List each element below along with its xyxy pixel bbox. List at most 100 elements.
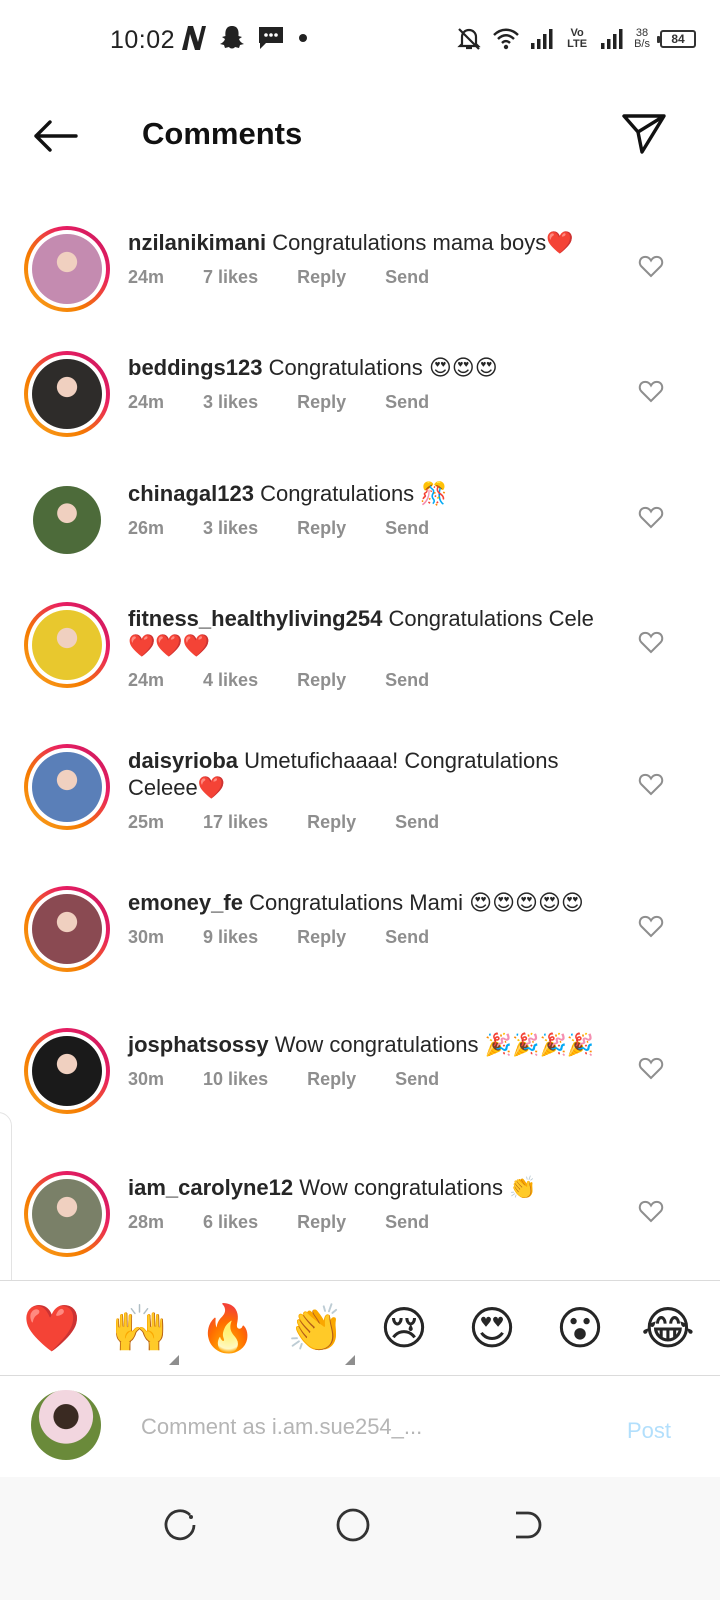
comment-username[interactable]: fitness_healthyliving254 (128, 606, 382, 631)
emoji-crying-face-button[interactable]: 😢 (373, 1297, 435, 1359)
comment-username[interactable]: josphatsossy (128, 1032, 269, 1057)
comment-likes-count[interactable]: 10 likes (203, 1069, 268, 1090)
avatar (31, 1390, 101, 1460)
comment-text: fitness_healthyliving254 Congratulations… (128, 605, 613, 659)
avatar[interactable] (24, 602, 110, 688)
arrow-left-icon (34, 120, 78, 152)
comment-input[interactable] (141, 1407, 581, 1447)
comment-meta: 26m 3 likes Reply Send (128, 518, 613, 539)
comment-body: iam_carolyne12 Wow congratulations 👏 28m 6… (128, 1174, 613, 1233)
emoji-laughing-tears-button[interactable]: 😂 (637, 1297, 699, 1359)
network-type-label: Vo LTE (567, 27, 588, 50)
heart-outline-icon[interactable] (638, 914, 664, 938)
comment-username[interactable]: nzilanikimani (128, 230, 266, 255)
reply-button[interactable]: Reply (307, 812, 356, 833)
share-button[interactable] (620, 110, 668, 156)
heart-outline-icon[interactable] (638, 379, 664, 403)
comment-likes-count[interactable]: 3 likes (203, 518, 258, 539)
avatar-image (32, 1179, 102, 1249)
comment-likes-count[interactable]: 4 likes (203, 670, 258, 691)
avatar[interactable] (24, 1171, 110, 1257)
comment-text: nzilanikimani Congratulations mama boys❤… (128, 229, 613, 256)
emoji-raising-hands-button[interactable]: 🙌 (109, 1297, 179, 1365)
comment-meta: 30m 10 likes Reply Send (128, 1069, 613, 1090)
comment-message: Congratulations 🎊 (260, 481, 448, 506)
comment-username[interactable]: beddings123 (128, 355, 262, 380)
comment-likes-count[interactable]: 6 likes (203, 1212, 258, 1233)
emoji-surprised-face-button[interactable]: 😮 (549, 1297, 611, 1359)
recent-apps-button[interactable] (160, 1505, 200, 1545)
comment-username[interactable]: daisyrioba (128, 748, 238, 773)
heart-outline-icon[interactable] (638, 1199, 664, 1223)
comment-row[interactable]: emoney_fe Congratulations Mami 😍😍😍😍😍 30m 9… (0, 850, 720, 972)
comment-row[interactable]: josphatsossy Wow congratulations 🎉🎉🎉🎉 30m… (0, 992, 720, 1114)
home-button[interactable] (333, 1505, 373, 1545)
clapping-hands-icon: 👏 (287, 1300, 345, 1355)
emoji-clapping-hands-button[interactable]: 👏 (285, 1297, 355, 1365)
comment-likes-count[interactable]: 3 likes (203, 392, 258, 413)
comment-row[interactable]: iam_carolyne12 Wow congratulations 👏 28m 6… (0, 1135, 720, 1257)
comment-row[interactable]: nzilanikimani Congratulations mama boys❤… (0, 190, 720, 312)
comment-meta: 24m 3 likes Reply Send (128, 392, 613, 413)
comment-message: Wow congratulations 👏 (299, 1175, 537, 1200)
comment-likes-count[interactable]: 17 likes (203, 812, 268, 833)
reply-button[interactable]: Reply (297, 518, 346, 539)
comment-body: fitness_healthyliving254 Congratulations… (128, 605, 613, 691)
comment-row[interactable]: daisyrioba Umetufichaaaa! Congratulation… (0, 708, 720, 832)
heart-outline-icon[interactable] (638, 254, 664, 278)
home-icon (336, 1508, 370, 1542)
send-button[interactable]: Send (385, 1212, 429, 1233)
heart-outline-icon[interactable] (638, 505, 664, 529)
send-button[interactable]: Send (385, 392, 429, 413)
send-button[interactable]: Send (395, 812, 439, 833)
reply-button[interactable]: Reply (297, 670, 346, 691)
reply-button[interactable]: Reply (297, 1212, 346, 1233)
laughing-tears-icon: 😂 (641, 1301, 695, 1355)
surprised-face-icon: 😮 (556, 1301, 604, 1355)
send-button[interactable]: Send (385, 518, 429, 539)
avatar[interactable] (24, 351, 110, 437)
heart-eyes-icon: 😍 (468, 1301, 516, 1355)
comment-username[interactable]: emoney_fe (128, 890, 243, 915)
emoji-heart-eyes-button[interactable]: 😍 (461, 1297, 523, 1359)
post-button[interactable]: Post (627, 1418, 671, 1444)
avatar[interactable] (24, 744, 110, 830)
emoji-fire-button[interactable]: 🔥 (197, 1297, 259, 1359)
comment-row[interactable]: chinagal123 Congratulations 🎊 26m 3 likes R… (0, 441, 720, 561)
reply-button[interactable]: Reply (297, 927, 346, 948)
netflix-icon (182, 26, 206, 50)
signal-icon (601, 29, 623, 49)
send-button[interactable]: Send (385, 267, 429, 288)
comment-time: 28m (128, 1212, 165, 1232)
heart-outline-icon[interactable] (638, 772, 664, 796)
comment-likes-count[interactable]: 7 likes (203, 267, 258, 288)
send-button[interactable]: Send (385, 927, 429, 948)
avatar[interactable] (24, 477, 110, 563)
comment-row[interactable]: fitness_healthyliving254 Congratulations… (0, 566, 720, 690)
avatar[interactable] (24, 1028, 110, 1114)
avatar[interactable] (24, 886, 110, 972)
heart-outline-icon[interactable] (638, 1056, 664, 1080)
avatar[interactable] (24, 226, 110, 312)
heart-outline-icon[interactable] (638, 630, 664, 654)
raising-hands-icon: 🙌 (111, 1300, 169, 1355)
reply-button[interactable]: Reply (297, 267, 346, 288)
send-button[interactable]: Send (385, 670, 429, 691)
reply-button[interactable]: Reply (297, 392, 346, 413)
back-button[interactable] (30, 116, 80, 156)
comment-body: emoney_fe Congratulations Mami 😍😍😍😍😍 30m 9… (128, 889, 613, 948)
comment-username[interactable]: iam_carolyne12 (128, 1175, 293, 1200)
back-nav-button[interactable] (506, 1505, 546, 1545)
comment-text: emoney_fe Congratulations Mami 😍😍😍😍😍 (128, 889, 613, 916)
reply-button[interactable]: Reply (307, 1069, 356, 1090)
comment-likes-count[interactable]: 9 likes (203, 927, 258, 948)
message-icon (259, 27, 283, 49)
comment-text: iam_carolyne12 Wow congratulations 👏 (128, 1174, 613, 1201)
send-button[interactable]: Send (395, 1069, 439, 1090)
comment-username[interactable]: chinagal123 (128, 481, 254, 506)
comments-list[interactable]: nzilanikimani Congratulations mama boys❤… (0, 190, 720, 1280)
avatar-frame (28, 890, 106, 968)
comment-row[interactable]: beddings123 Congratulations 😍😍😍 24m 3 like… (0, 315, 720, 437)
emoji-red-heart-button[interactable]: ❤️ (21, 1297, 83, 1359)
emoji-quick-bar: ❤️ 🙌 🔥 👏 😢 😍 😮 😂 (0, 1280, 720, 1376)
